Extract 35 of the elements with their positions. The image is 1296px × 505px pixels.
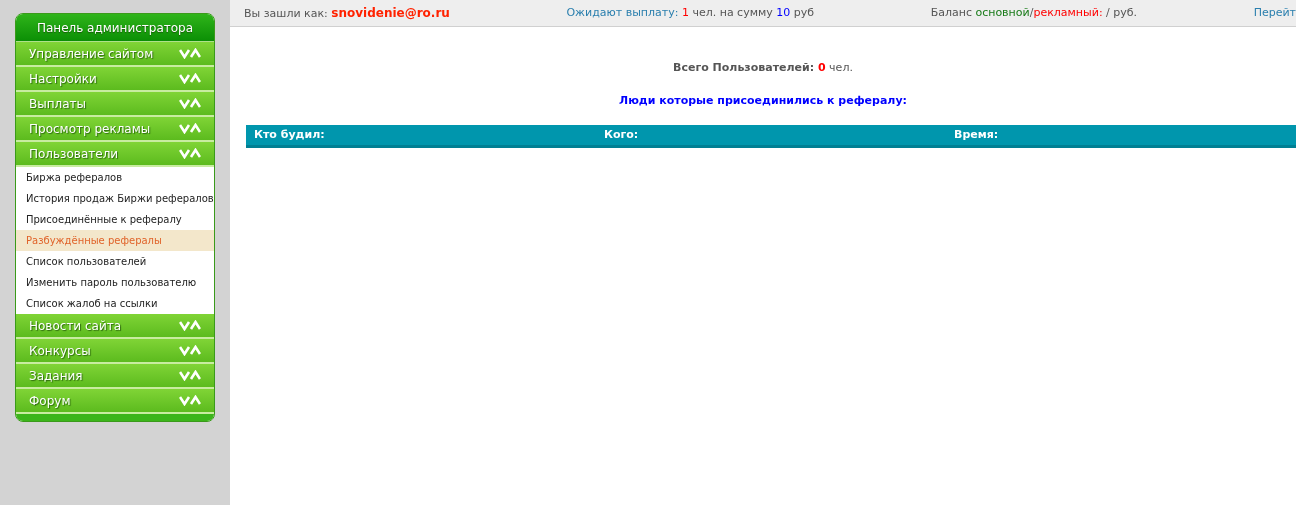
menu-section[interactable]: Задания	[16, 364, 214, 389]
menu-section[interactable]: Новости сайта	[16, 314, 214, 339]
chevrons-icon	[179, 345, 201, 356]
users-total: Всего Пользователей: 0 чел.	[672, 60, 854, 76]
menu-section[interactable]: Форум	[16, 389, 214, 414]
submenu-link[interactable]: Список жалоб на ссылки	[16, 293, 214, 314]
submenu-link[interactable]: Изменить пароль пользователю	[16, 272, 214, 293]
menu-section[interactable]: Конкурсы	[16, 339, 214, 364]
chevrons-icon	[179, 73, 201, 84]
menu-section[interactable]: Настройки	[16, 67, 214, 92]
header-text: Вы зашли как: snovidenie@ro.ru	[244, 4, 450, 22]
submenu-link[interactable]: История продаж Биржи рефералов	[16, 188, 214, 209]
chevrons-icon	[179, 395, 201, 406]
menu-section[interactable]: Управление сайтом	[16, 42, 214, 67]
column-header: Время:	[953, 126, 1000, 143]
submenu-link[interactable]: Биржа рефералов	[16, 167, 214, 188]
header-link[interactable]: Перейт	[1253, 4, 1296, 22]
column-header: Кто будил:	[253, 126, 326, 143]
header-text: Баланс основной/рекламный: / руб.	[930, 4, 1138, 21]
menu-section[interactable]: Просмотр рекламы	[16, 117, 214, 142]
menu-section[interactable]: Выплаты	[16, 92, 214, 117]
header-text: Ожидают выплату: 1 чел. на сумму 10 руб	[566, 4, 815, 21]
panel-title: Панель администратора	[16, 14, 214, 42]
chevrons-icon	[179, 98, 201, 109]
submenu-link[interactable]: Разбуждённые рефералы	[16, 230, 214, 251]
submenu-link[interactable]: Список пользователей	[16, 251, 214, 272]
chevrons-icon	[179, 123, 201, 134]
section-heading: Люди которые присоединились к рефералу:	[618, 92, 908, 109]
menu-section[interactable]: Пользователи	[16, 142, 214, 167]
submenu-link[interactable]: Присоединённые к рефералу	[16, 209, 214, 230]
chevrons-icon	[179, 48, 201, 59]
chevrons-icon	[179, 148, 201, 159]
chevrons-icon	[179, 320, 201, 331]
chevrons-icon	[179, 370, 201, 381]
column-header: Кого:	[603, 126, 640, 143]
